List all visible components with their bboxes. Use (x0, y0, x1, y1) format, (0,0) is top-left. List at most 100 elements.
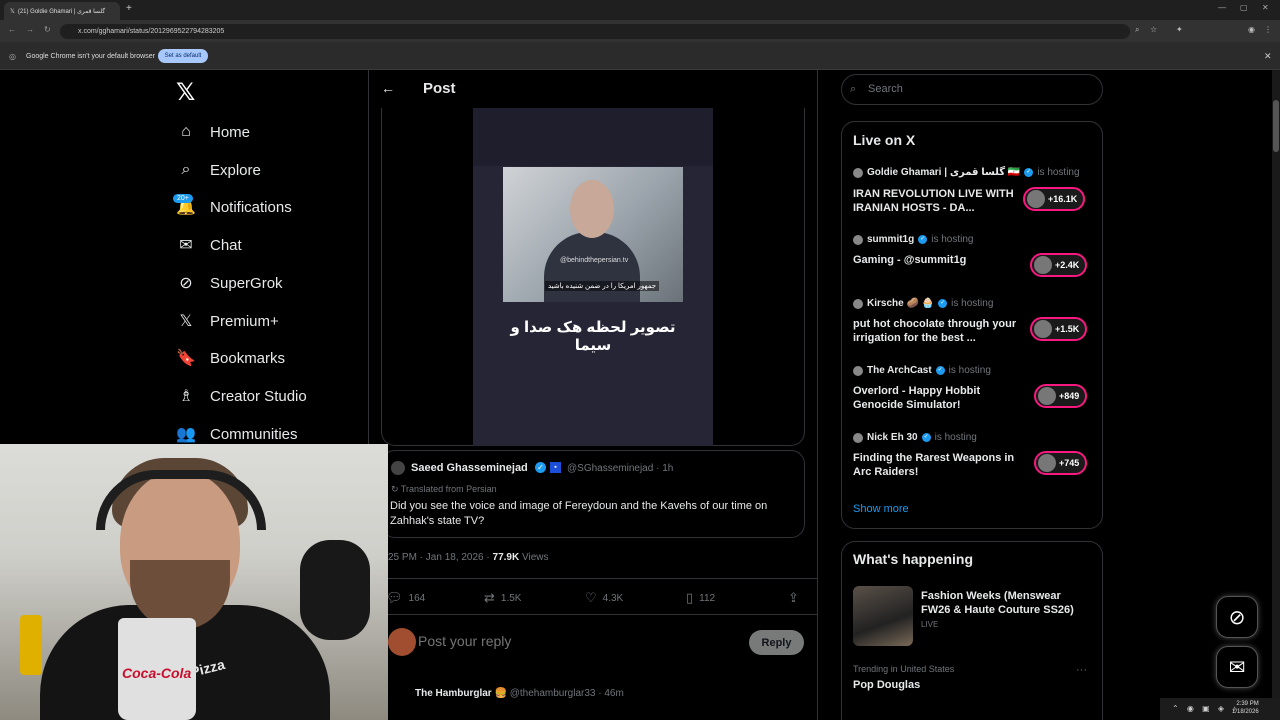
back-nav-icon[interactable]: ← (8, 25, 16, 34)
like-stat[interactable]: ♡ 4.3K (585, 590, 623, 606)
host-status: is hosting (951, 298, 994, 309)
sidebar-item-bookmarks[interactable]: 🔖 Bookmarks (176, 343, 285, 373)
live-host[interactable]: Kirsche 🥔 🧁 ✓ is hosting (853, 298, 993, 309)
sidebar-item-label: Bookmarks (210, 349, 286, 367)
system-tray-icons[interactable]: ⌃ ◉ ▣ ◈ ♪ (1172, 704, 1239, 713)
host-name: Nick Eh 30 (867, 432, 918, 443)
video-subtitle: جمهور امریکا را در ضمن شنیده باشید (545, 281, 660, 291)
live-host[interactable]: The ArchCast ✓ is hosting (853, 365, 991, 376)
avatar (853, 298, 863, 309)
happening-item-title[interactable]: Fashion Weeks (Menswear FW26 & Haute Cou… (921, 589, 1091, 617)
show-more-link[interactable]: Show more (853, 503, 909, 515)
share-icon: ⇪ (788, 590, 799, 605)
avatar (388, 628, 416, 656)
extensions-icon[interactable]: ✦ (1176, 25, 1183, 34)
listener-count: +16.1K (1048, 194, 1078, 204)
live-host[interactable]: Goldie Ghamari | گلسا قمری 🇮🇷 ✓ is hosting (853, 167, 1080, 178)
quoted-author-name[interactable]: Saeed Ghasseminejad (411, 462, 528, 474)
bookmark-stat[interactable]: ▯ 112 (686, 590, 715, 606)
bookmark-icon: 🔖 (176, 350, 196, 367)
url-text: x.com/gghamari/status/201296952279428320… (78, 28, 225, 35)
x-favicon-icon: 𝕏 (10, 8, 15, 15)
avatar (1038, 454, 1056, 472)
reload-icon[interactable]: ↻ (44, 25, 51, 34)
video-watermark: @behindthepersian.tv (560, 257, 629, 264)
repost-count: 1.5K (500, 592, 522, 604)
sidebar-item-notifications[interactable]: 🔔 Notifications (176, 192, 292, 222)
live-listener-badge[interactable]: +849 (1034, 384, 1088, 408)
address-bar[interactable]: x.com/gghamari/status/201296952279428320… (60, 24, 1130, 39)
notification-count-badge: 20+ (173, 194, 193, 203)
live-listener-badge[interactable]: +1.5K (1030, 317, 1088, 341)
live-listener-badge[interactable]: +745 (1034, 451, 1088, 475)
translated-label: ↻ Translated from Persian (391, 484, 497, 495)
host-status: is hosting (931, 234, 974, 245)
happening-item-status: LIVE (921, 620, 939, 629)
sidebar-item-explore[interactable]: ⌕ Explore (176, 155, 261, 185)
new-tab-icon[interactable]: + (126, 3, 132, 14)
envelope-icon: ✉ (179, 237, 193, 254)
maximize-icon[interactable]: ▢ (1240, 3, 1248, 12)
live-listener-badge[interactable]: +2.4K (1030, 253, 1088, 277)
reply-button[interactable]: Reply (749, 630, 804, 655)
sidebar-item-chat[interactable]: ✉ Chat (176, 230, 242, 260)
browser-tab[interactable]: 𝕏 (21) Goldie Ghamari | گلسا قمری (4, 2, 120, 20)
bookmark-star-icon[interactable]: ☆ (1150, 25, 1157, 34)
live-listener-badge[interactable]: +16.1K (1023, 187, 1086, 211)
repost-stat[interactable]: ⇄ 1.5K (484, 590, 521, 606)
avatar[interactable] (391, 461, 405, 475)
avatar (1038, 387, 1056, 405)
creator-studio-icon: ♗ (178, 388, 194, 405)
live-title[interactable]: Gaming - @summit1g (853, 253, 1018, 267)
sidebar-item-supergrok[interactable]: ⊘ SuperGrok (176, 268, 282, 298)
reply-stat[interactable]: 💬︎ 164 (386, 590, 425, 606)
grok-fab-icon[interactable]: ⊘ (1216, 596, 1258, 638)
search-input[interactable]: Search (841, 74, 1103, 105)
sidebar-item-label: Chat (210, 236, 242, 254)
trend-location: Trending in United States (853, 664, 955, 674)
scrollbar-thumb[interactable] (1273, 100, 1279, 152)
live-panel-title: Live on X (853, 132, 916, 148)
scrollbar[interactable] (1272, 70, 1280, 720)
trend-name[interactable]: Pop Douglas (853, 679, 920, 691)
back-arrow-icon[interactable]: ← (381, 80, 395, 96)
reply-author-handle: @thehamburglar33 · 46m (509, 688, 624, 699)
sidebar-item-label: Explore (210, 161, 261, 179)
quoted-author-handle[interactable]: @SGhasseminejad · 1h (567, 463, 673, 474)
forward-nav-icon[interactable]: → (26, 25, 34, 34)
views-count: 77.9K (492, 552, 520, 563)
more-options-icon[interactable]: ··· (1076, 664, 1087, 676)
set-default-button[interactable]: Set as default (158, 49, 208, 63)
live-host[interactable]: summit1g ✓ is hosting (853, 234, 973, 245)
host-status: is hosting (1037, 167, 1080, 178)
live-title[interactable]: Finding the Rarest Weapons in Arc Raider… (853, 451, 1018, 479)
trend-thumbnail[interactable] (853, 586, 913, 646)
sidebar-item-home[interactable]: ⌂ Home (176, 117, 250, 147)
sidebar-item-premium[interactable]: 𝕏 Premium+ (176, 306, 279, 336)
reply-input[interactable] (418, 633, 718, 649)
live-host[interactable]: Nick Eh 30 ✓ is hosting (853, 432, 977, 443)
host-name: Goldie Ghamari | گلسا قمری 🇮🇷 (867, 167, 1021, 178)
host-status: is hosting (934, 432, 977, 443)
zoom-icon[interactable]: ⌕ (1135, 25, 1139, 35)
profile-icon[interactable]: ◉ (1248, 25, 1255, 34)
messages-fab-icon[interactable]: ✉ (1216, 646, 1258, 688)
live-title[interactable]: put hot chocolate through your irrigatio… (853, 317, 1018, 345)
infobar-close-icon[interactable]: ✕ (1264, 51, 1272, 62)
minimize-icon[interactable]: — (1218, 3, 1226, 12)
live-title[interactable]: IRAN REVOLUTION LIVE WITH IRANIAN HOSTS … (853, 187, 1018, 215)
post-timestamp[interactable]: 25 PM · Jan 18, 2026 · (388, 552, 493, 563)
x-logo-icon[interactable]: 𝕏 (176, 78, 195, 107)
live-title[interactable]: Overlord - Happy Hobbit Genocide Simulat… (853, 384, 1018, 412)
share-button[interactable]: ⇪ (788, 590, 799, 606)
host-status: is hosting (948, 365, 991, 376)
like-count: 4.3K (602, 592, 624, 604)
reply-author-name[interactable]: The Hamburglar 🍔 (415, 688, 507, 699)
close-window-icon[interactable]: ✕ (1262, 3, 1269, 12)
sidebar-item-creator-studio[interactable]: ♗ Creator Studio (176, 381, 307, 411)
translated-text: Translated from Persian (400, 484, 497, 494)
post-meta: 25 PM · Jan 18, 2026 · 77.9K Views (388, 552, 548, 563)
next-reply-header[interactable]: The Hamburglar 🍔 @thehamburglar33 · 46m (415, 688, 624, 699)
system-clock[interactable]: 2:39 PM 1/18/2026 (1232, 700, 1259, 716)
menu-icon[interactable]: ⋮ (1264, 25, 1272, 34)
